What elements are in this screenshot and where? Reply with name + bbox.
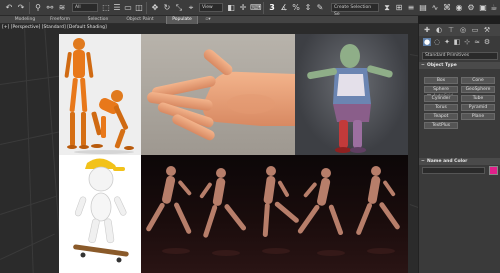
collapse-icon: − [421, 159, 425, 164]
selection-filter-dropdown[interactable]: All [72, 3, 98, 12]
object-name-input[interactable] [422, 167, 485, 174]
rect-selection-icon[interactable]: ▭ [123, 3, 133, 13]
layer-explorer-icon[interactable]: ≡ [406, 3, 416, 13]
curve-editor-icon[interactable]: ∿ [430, 3, 440, 13]
pivot-center-icon[interactable]: ◧ [226, 3, 236, 13]
teapot-button[interactable]: Teapot [424, 113, 458, 120]
plane-button[interactable]: Plane [461, 113, 495, 120]
undo-icon[interactable]: ↶ [4, 3, 14, 13]
render-frame-icon[interactable]: ▣ [478, 3, 488, 13]
create-category-row: ● ◌ ✦ ◧ ⊹ ≈ ⚙ [419, 37, 500, 47]
hierarchy-tab-icon[interactable]: ⊤ [447, 26, 455, 34]
toolbar-separator [29, 2, 30, 14]
material-editor-icon[interactable]: ◉ [454, 3, 464, 13]
keyboard-shortcut-icon[interactable]: ⌨ [250, 3, 262, 13]
command-panel: ✚ ◐ ⊤ ◎ ▭ ⚒ ● ◌ ✦ ◧ ⊹ ≈ ⚙ Standard Primi… [418, 24, 500, 273]
ref-coord-dropdown[interactable]: View [199, 3, 223, 12]
spinner-snap-icon[interactable]: ⇕ [303, 3, 313, 13]
percent-snap-icon[interactable]: % [291, 3, 301, 13]
box-button[interactable]: Box [424, 77, 458, 84]
scale-icon[interactable]: ⤡ [174, 3, 184, 13]
motion-tab-icon[interactable]: ◎ [459, 26, 467, 34]
ribbon-toggle-icon[interactable]: ▤ [418, 3, 428, 13]
edit-named-selection-icon[interactable]: ✎ [315, 3, 325, 13]
object-type-rollout[interactable]: − Object Type [419, 62, 500, 69]
space-warps-icon[interactable]: ≈ [473, 38, 481, 46]
schematic-view-icon[interactable]: ⌘ [442, 3, 452, 13]
skateboard-figure-image [59, 155, 141, 273]
select-manipulate-icon[interactable]: ✛ [238, 3, 248, 13]
name-and-color-header: Name and Color [427, 159, 468, 164]
systems-icon[interactable]: ⚙ [483, 38, 491, 46]
cone-button[interactable]: Cone [461, 77, 495, 84]
lights-icon[interactable]: ✦ [443, 38, 451, 46]
tab-selection[interactable]: Selection [82, 16, 114, 24]
redo-icon[interactable]: ↷ [16, 3, 26, 13]
modify-tab-icon[interactable]: ◐ [435, 26, 443, 34]
render-icon[interactable]: ☕ [489, 3, 499, 13]
tab-object-paint[interactable]: Object Paint [120, 16, 160, 24]
object-color-swatch[interactable] [489, 166, 498, 175]
torus-button[interactable]: Torus [424, 104, 458, 111]
ribbon-options-icon[interactable]: ▫▾ [202, 16, 214, 24]
textplus-button[interactable]: TextPlus [424, 122, 458, 129]
toolbar-separator [146, 2, 147, 14]
tab-modeling[interactable]: Modeling [8, 16, 42, 24]
running-sequence-image [141, 155, 408, 273]
command-panel-tabs: ✚ ◐ ⊤ ◎ ▭ ⚒ [419, 24, 500, 36]
angle-snap-icon[interactable]: ∡ [279, 3, 289, 13]
sphere-button[interactable]: Sphere [424, 86, 458, 93]
select-by-name-icon[interactable]: ☰ [112, 3, 122, 13]
create-tab-icon[interactable]: ✚ [423, 26, 431, 34]
shapes-icon[interactable]: ◌ [433, 38, 441, 46]
rotate-icon[interactable]: ↻ [162, 3, 172, 13]
snaps-toggle-icon[interactable]: 3 [267, 3, 277, 13]
tab-populate[interactable]: Populate [166, 16, 198, 24]
geometry-icon[interactable]: ● [423, 38, 431, 46]
bind-space-warp-icon[interactable]: ≋ [57, 3, 67, 13]
object-type-header: Object Type [427, 63, 457, 68]
grid-line [24, 24, 34, 273]
ribbon-bar: Modeling Freeform Selection Object Paint… [0, 16, 418, 24]
render-setup-icon[interactable]: ⚙ [466, 3, 476, 13]
main-toolbar: ↶ ↷ ⚲ ⚯ ≋ All ⬚ ☰ ▭ ◫ ✥ ↻ ⤡ ⌖ View ◧ ✛ ⌨… [0, 0, 500, 17]
tab-freeform[interactable]: Freeform [44, 16, 76, 24]
zombie-character-image [295, 34, 408, 155]
cylinder-button[interactable]: Cylinder [424, 95, 458, 102]
grid-line [0, 195, 58, 215]
perspective-viewport[interactable]: [+] [Perspective] [Standard] [Default Sh… [0, 24, 418, 273]
toolbar-separator [263, 2, 264, 14]
utilities-tab-icon[interactable]: ⚒ [483, 26, 491, 34]
grid-line [0, 131, 59, 145]
named-selection-dropdown[interactable]: Create Selection Se [331, 3, 379, 17]
orange-mannequins-image [59, 34, 141, 155]
primitive-category-dropdown[interactable]: Standard Primitives [422, 52, 498, 60]
grid-line [409, 204, 418, 209]
viewport-label[interactable]: [+] [Perspective] [Standard] [Default Sh… [2, 25, 107, 30]
select-object-icon[interactable]: ⬚ [101, 3, 111, 13]
name-and-color-rollout[interactable]: − Name and Color [419, 158, 500, 165]
link-icon[interactable]: ⚲ [33, 3, 43, 13]
geosphere-button[interactable]: GeoSphere [461, 86, 495, 93]
mirror-icon[interactable]: ⧗ [382, 3, 392, 13]
collapse-icon: − [421, 63, 425, 68]
align-icon[interactable]: ⊞ [394, 3, 404, 13]
grid-line [409, 54, 418, 57]
tube-button[interactable]: Tube [461, 95, 495, 102]
helpers-icon[interactable]: ⊹ [463, 38, 471, 46]
grid-line [0, 75, 60, 85]
unlink-icon[interactable]: ⚯ [45, 3, 55, 13]
grid-line [0, 233, 55, 260]
hand-render-image [141, 34, 295, 155]
cameras-icon[interactable]: ◧ [453, 38, 461, 46]
window-crossing-icon[interactable]: ◫ [134, 3, 144, 13]
display-tab-icon[interactable]: ▭ [471, 26, 479, 34]
move-icon[interactable]: ✥ [150, 3, 160, 13]
placement-icon[interactable]: ⌖ [186, 3, 196, 13]
pyramid-button[interactable]: Pyramid [461, 104, 495, 111]
